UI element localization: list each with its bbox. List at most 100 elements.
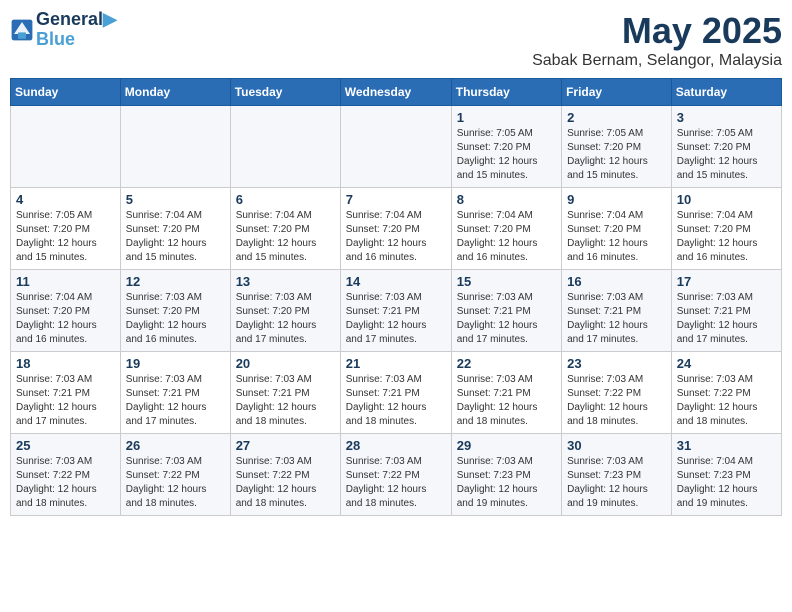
calendar-cell: 3 Sunrise: 7:05 AM Sunset: 7:20 PM Daylig… xyxy=(671,106,781,188)
day-info: Sunrise: 7:03 AM Sunset: 7:22 PM Dayligh… xyxy=(16,455,115,511)
day-info: Sunrise: 7:03 AM Sunset: 7:21 PM Dayligh… xyxy=(677,291,776,347)
day-info: Sunrise: 7:03 AM Sunset: 7:21 PM Dayligh… xyxy=(126,373,225,429)
day-info: Sunrise: 7:05 AM Sunset: 7:20 PM Dayligh… xyxy=(677,127,776,183)
day-info: Sunrise: 7:05 AM Sunset: 7:20 PM Dayligh… xyxy=(457,127,556,183)
weekday-header-monday: Monday xyxy=(120,79,230,106)
calendar-cell: 14 Sunrise: 7:03 AM Sunset: 7:21 PM Dayli… xyxy=(340,270,451,352)
day-info: Sunrise: 7:04 AM Sunset: 7:20 PM Dayligh… xyxy=(346,209,446,265)
day-info: Sunrise: 7:03 AM Sunset: 7:20 PM Dayligh… xyxy=(236,291,335,347)
day-number: 2 xyxy=(567,110,666,125)
calendar-cell: 27 Sunrise: 7:03 AM Sunset: 7:22 PM Dayli… xyxy=(230,434,340,516)
calendar-cell: 25 Sunrise: 7:03 AM Sunset: 7:22 PM Dayli… xyxy=(11,434,121,516)
day-number: 14 xyxy=(346,274,446,289)
calendar-cell: 6 Sunrise: 7:04 AM Sunset: 7:20 PM Daylig… xyxy=(230,188,340,270)
day-number: 16 xyxy=(567,274,666,289)
day-number: 4 xyxy=(16,192,115,207)
weekday-header-tuesday: Tuesday xyxy=(230,79,340,106)
calendar-cell: 2Sunrise: 7:05 AM Sunset: 7:20 PM Daylig… xyxy=(562,106,672,188)
calendar-cell: 29Sunrise: 7:03 AM Sunset: 7:23 PM Dayli… xyxy=(451,434,561,516)
day-number: 6 xyxy=(236,192,335,207)
day-info: Sunrise: 7:05 AM Sunset: 7:20 PM Dayligh… xyxy=(16,209,115,265)
calendar-cell: 7Sunrise: 7:04 AM Sunset: 7:20 PM Daylig… xyxy=(340,188,451,270)
day-info: Sunrise: 7:04 AM Sunset: 7:20 PM Dayligh… xyxy=(457,209,556,265)
day-info: Sunrise: 7:03 AM Sunset: 7:22 PM Dayligh… xyxy=(126,455,225,511)
day-number: 20 xyxy=(236,356,335,371)
calendar-cell xyxy=(11,106,121,188)
day-info: Sunrise: 7:03 AM Sunset: 7:21 PM Dayligh… xyxy=(567,291,666,347)
subtitle: Sabak Bernam, Selangor, Malaysia xyxy=(532,52,782,70)
day-info: Sunrise: 7:03 AM Sunset: 7:22 PM Dayligh… xyxy=(567,373,666,429)
logo-text: General▶ Blue xyxy=(36,10,117,50)
calendar-cell: 19Sunrise: 7:03 AM Sunset: 7:21 PM Dayli… xyxy=(120,352,230,434)
day-number: 3 xyxy=(677,110,776,125)
calendar-cell: 12Sunrise: 7:03 AM Sunset: 7:20 PM Dayli… xyxy=(120,270,230,352)
calendar-cell: 22 Sunrise: 7:03 AM Sunset: 7:21 PM Dayli… xyxy=(451,352,561,434)
day-number: 13 xyxy=(236,274,335,289)
weekday-header-thursday: Thursday xyxy=(451,79,561,106)
day-number: 27 xyxy=(236,438,335,453)
day-number: 17 xyxy=(677,274,776,289)
day-number: 22 xyxy=(457,356,556,371)
calendar-cell: 23 Sunrise: 7:03 AM Sunset: 7:22 PM Dayli… xyxy=(562,352,672,434)
week-row-5: 25 Sunrise: 7:03 AM Sunset: 7:22 PM Dayli… xyxy=(11,434,782,516)
calendar-cell: 4 Sunrise: 7:05 AM Sunset: 7:20 PM Daylig… xyxy=(11,188,121,270)
calendar-cell: 21 Sunrise: 7:03 AM Sunset: 7:21 PM Dayli… xyxy=(340,352,451,434)
calendar-cell: 31 Sunrise: 7:04 AM Sunset: 7:23 PM Dayli… xyxy=(671,434,781,516)
calendar-cell: 1 Sunrise: 7:05 AM Sunset: 7:20 PM Daylig… xyxy=(451,106,561,188)
day-info: Sunrise: 7:04 AM Sunset: 7:20 PM Dayligh… xyxy=(567,209,666,265)
day-info: Sunrise: 7:04 AM Sunset: 7:20 PM Dayligh… xyxy=(677,209,776,265)
calendar-cell: 26 Sunrise: 7:03 AM Sunset: 7:22 PM Dayli… xyxy=(120,434,230,516)
day-number: 25 xyxy=(16,438,115,453)
day-number: 31 xyxy=(677,438,776,453)
day-info: Sunrise: 7:03 AM Sunset: 7:22 PM Dayligh… xyxy=(677,373,776,429)
calendar-cell: 18Sunrise: 7:03 AM Sunset: 7:21 PM Dayli… xyxy=(11,352,121,434)
day-info: Sunrise: 7:04 AM Sunset: 7:23 PM Dayligh… xyxy=(677,455,776,511)
day-info: Sunrise: 7:03 AM Sunset: 7:21 PM Dayligh… xyxy=(346,373,446,429)
logo: General▶ Blue xyxy=(10,10,117,50)
day-number: 1 xyxy=(457,110,556,125)
day-number: 23 xyxy=(567,356,666,371)
day-info: Sunrise: 7:04 AM Sunset: 7:20 PM Dayligh… xyxy=(16,291,115,347)
day-info: Sunrise: 7:03 AM Sunset: 7:21 PM Dayligh… xyxy=(346,291,446,347)
day-number: 8 xyxy=(457,192,556,207)
calendar-cell: 20 Sunrise: 7:03 AM Sunset: 7:21 PM Dayli… xyxy=(230,352,340,434)
calendar-cell: 9 Sunrise: 7:04 AM Sunset: 7:20 PM Daylig… xyxy=(562,188,672,270)
calendar-cell xyxy=(230,106,340,188)
day-number: 9 xyxy=(567,192,666,207)
weekday-header-row: SundayMondayTuesdayWednesdayThursdayFrid… xyxy=(11,79,782,106)
day-number: 12 xyxy=(126,274,225,289)
week-row-2: 4 Sunrise: 7:05 AM Sunset: 7:20 PM Daylig… xyxy=(11,188,782,270)
calendar-cell: 11 Sunrise: 7:04 AM Sunset: 7:20 PM Dayli… xyxy=(11,270,121,352)
day-number: 29 xyxy=(457,438,556,453)
weekday-header-wednesday: Wednesday xyxy=(340,79,451,106)
calendar-cell xyxy=(340,106,451,188)
day-number: 21 xyxy=(346,356,446,371)
day-info: Sunrise: 7:03 AM Sunset: 7:21 PM Dayligh… xyxy=(457,291,556,347)
calendar-cell xyxy=(120,106,230,188)
calendar-cell: 8 Sunrise: 7:04 AM Sunset: 7:20 PM Daylig… xyxy=(451,188,561,270)
weekday-header-saturday: Saturday xyxy=(671,79,781,106)
day-number: 26 xyxy=(126,438,225,453)
calendar-cell: 5 Sunrise: 7:04 AM Sunset: 7:20 PM Daylig… xyxy=(120,188,230,270)
day-number: 11 xyxy=(16,274,115,289)
day-info: Sunrise: 7:04 AM Sunset: 7:20 PM Dayligh… xyxy=(126,209,225,265)
day-info: Sunrise: 7:03 AM Sunset: 7:21 PM Dayligh… xyxy=(457,373,556,429)
calendar-cell: 24Sunrise: 7:03 AM Sunset: 7:22 PM Dayli… xyxy=(671,352,781,434)
day-info: Sunrise: 7:03 AM Sunset: 7:23 PM Dayligh… xyxy=(567,455,666,511)
day-info: Sunrise: 7:03 AM Sunset: 7:22 PM Dayligh… xyxy=(346,455,446,511)
calendar: SundayMondayTuesdayWednesdayThursdayFrid… xyxy=(10,78,782,516)
page-header: General▶ Blue May 2025 Sabak Bernam, Sel… xyxy=(10,10,782,70)
day-info: Sunrise: 7:03 AM Sunset: 7:21 PM Dayligh… xyxy=(236,373,335,429)
calendar-cell: 17 Sunrise: 7:03 AM Sunset: 7:21 PM Dayli… xyxy=(671,270,781,352)
calendar-cell: 10 Sunrise: 7:04 AM Sunset: 7:20 PM Dayli… xyxy=(671,188,781,270)
day-number: 30 xyxy=(567,438,666,453)
day-number: 10 xyxy=(677,192,776,207)
day-number: 5 xyxy=(126,192,225,207)
week-row-3: 11 Sunrise: 7:04 AM Sunset: 7:20 PM Dayli… xyxy=(11,270,782,352)
day-info: Sunrise: 7:04 AM Sunset: 7:20 PM Dayligh… xyxy=(236,209,335,265)
calendar-cell: 28Sunrise: 7:03 AM Sunset: 7:22 PM Dayli… xyxy=(340,434,451,516)
calendar-cell: 13 Sunrise: 7:03 AM Sunset: 7:20 PM Dayli… xyxy=(230,270,340,352)
day-info: Sunrise: 7:03 AM Sunset: 7:22 PM Dayligh… xyxy=(236,455,335,511)
calendar-cell: 15Sunrise: 7:03 AM Sunset: 7:21 PM Dayli… xyxy=(451,270,561,352)
day-number: 18 xyxy=(16,356,115,371)
